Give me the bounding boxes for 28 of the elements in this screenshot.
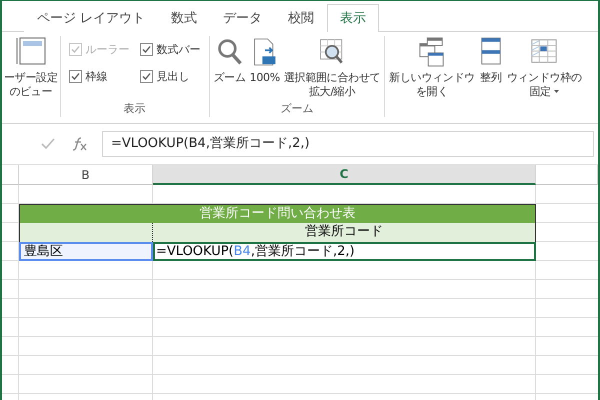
ribbon-button[interactable]: 新しいウィンドウ を開く <box>389 71 475 99</box>
column-header[interactable]: C <box>153 165 536 185</box>
formula-cell[interactable]: =VLOOKUP(B4,営業所コード,2,) <box>153 242 536 261</box>
table-cell[interactable]: 豊島区 <box>19 242 153 261</box>
checkbox[interactable] <box>140 70 153 83</box>
ribbon-button[interactable]: ウィンドウ枠の 固定 <box>506 71 582 99</box>
ribbon-button[interactable]: 100% <box>250 71 280 85</box>
column-heading: 営業所コード <box>153 223 536 242</box>
ribbon-button[interactable]: ーザー設定 のビュー <box>4 71 58 99</box>
group-label: ズーム <box>279 101 314 117</box>
column-header[interactable] <box>536 165 598 185</box>
new-window-icon <box>418 36 446 68</box>
ribbon-button[interactable]: 選択範囲に合わせて 拡大/縮小 <box>284 71 380 99</box>
checkbox[interactable] <box>140 43 153 56</box>
group-label: 表示 <box>122 101 147 117</box>
page-icon <box>252 36 278 68</box>
table-cell[interactable] <box>19 223 153 242</box>
checkbox[interactable] <box>68 70 82 83</box>
checkbox-label[interactable]: 見出し <box>156 69 190 84</box>
checkbox-label[interactable]: 数式バー <box>156 42 201 57</box>
table-title: 営業所コード問い合わせ表 <box>19 204 536 223</box>
checkbox-label[interactable]: 枠線 <box>86 69 108 84</box>
column-header[interactable]: B <box>19 165 153 185</box>
ribbon-button[interactable]: ズーム <box>214 71 246 85</box>
ribbon-tab[interactable]: 表示 <box>327 4 380 32</box>
ribbon-button[interactable]: 整列 <box>480 71 502 85</box>
column-header[interactable] <box>2 165 19 185</box>
formula-field[interactable]: =VLOOKUP(B4,営業所コード,2,) <box>102 131 594 157</box>
